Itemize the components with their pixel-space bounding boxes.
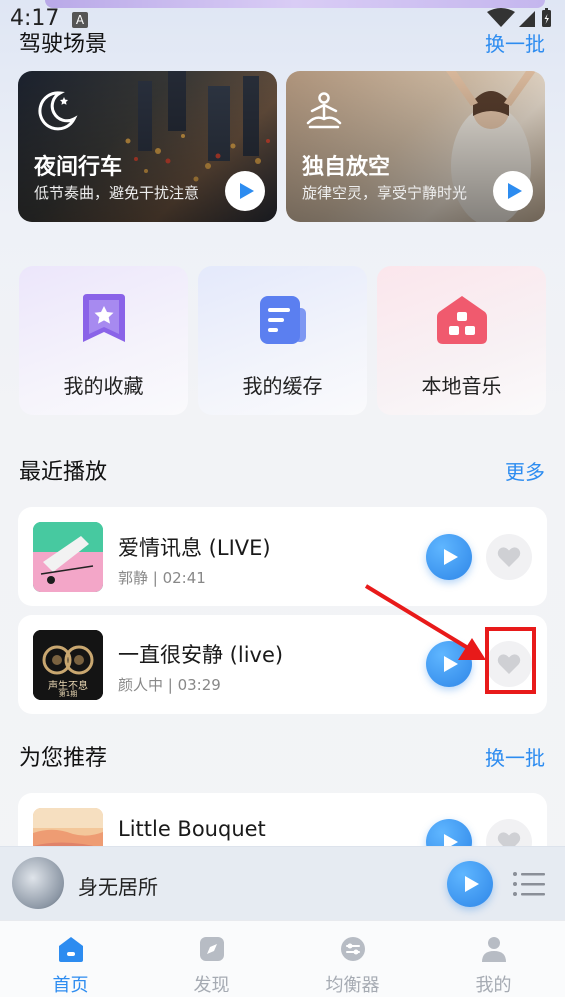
play-icon — [240, 183, 254, 199]
recommend-refresh-link[interactable]: 换一批 — [485, 742, 545, 771]
compass-icon — [200, 937, 224, 961]
driving-refresh-link[interactable]: 换一批 — [485, 28, 545, 57]
like-button[interactable] — [486, 534, 532, 580]
equalizer-icon — [341, 937, 365, 961]
mini-player-cover — [12, 857, 64, 909]
tab-equalizer[interactable]: 均衡器 — [282, 921, 423, 997]
play-icon — [444, 549, 458, 565]
annotation-arrow — [364, 584, 486, 660]
home-music-icon — [437, 296, 487, 344]
album-cover — [33, 522, 103, 592]
playlist-icon[interactable] — [512, 867, 546, 901]
banner-edge — [45, 0, 545, 8]
scene-title: 独自放空 — [302, 155, 391, 180]
tab-home[interactable]: 首页 — [0, 921, 141, 997]
meditation-icon — [306, 92, 342, 129]
tile-label: 我的缓存 — [242, 374, 323, 398]
scene-card-night[interactable]: 夜间行车 低节奏曲，避免干扰注意 — [18, 71, 277, 222]
recent-more-link[interactable]: 更多 — [505, 456, 545, 485]
annotation-highlight-box — [485, 627, 536, 694]
play-button[interactable] — [225, 171, 265, 211]
wifi-battery-icon — [487, 8, 551, 27]
tab-discover[interactable]: 发现 — [141, 921, 282, 997]
scene-title: 夜间行车 — [34, 155, 123, 180]
tile-cache[interactable]: 我的缓存 — [198, 266, 367, 415]
play-icon — [508, 183, 522, 199]
tile-favorites[interactable]: 我的收藏 — [19, 266, 188, 415]
mini-player[interactable]: 身无居所 — [0, 846, 565, 920]
document-cache-icon — [260, 296, 306, 344]
mini-player-title: 身无居所 — [78, 875, 158, 899]
song-title: Little Bouquet — [118, 817, 266, 841]
heart-icon — [497, 547, 521, 567]
play-button[interactable] — [493, 171, 533, 211]
person-icon — [482, 937, 506, 962]
tab-label: 发现 — [193, 975, 230, 996]
tile-local-music[interactable]: 本地音乐 — [377, 266, 546, 415]
mini-play-button[interactable] — [447, 861, 493, 907]
scene-card-alone[interactable]: 独自放空 旋律空灵，享受宁静时光 — [286, 71, 545, 222]
tile-label: 我的收藏 — [63, 374, 144, 398]
driving-section-title: 驾驶场景 — [19, 32, 108, 57]
tab-label: 首页 — [52, 975, 89, 996]
recent-section-title: 最近播放 — [19, 460, 108, 485]
home-icon — [59, 937, 83, 962]
song-title: 一直很安静 (live) — [118, 643, 284, 667]
album-cover: 声生不息 第1期 — [33, 630, 103, 700]
scene-subtitle: 旋律空灵，享受宁静时光 — [302, 184, 468, 202]
play-icon — [465, 876, 479, 892]
recommend-section-title: 为您推荐 — [19, 746, 108, 771]
tab-label: 我的 — [475, 975, 512, 996]
play-button[interactable] — [426, 534, 472, 580]
moon-icon — [38, 91, 78, 131]
tab-mine[interactable]: 我的 — [423, 921, 564, 997]
tab-label: 均衡器 — [325, 975, 380, 996]
song-title: 爱情讯息 (LIVE) — [118, 536, 271, 560]
song-meta: 颜人中 | 03:29 — [118, 676, 221, 694]
cover-subtext: 第1期 — [58, 690, 78, 698]
song-meta: 郭静 | 02:41 — [118, 569, 206, 587]
bottom-tab-bar: 首页 发现 均衡器 我的 — [0, 920, 565, 997]
tile-label: 本地音乐 — [421, 374, 502, 398]
star-bookmark-icon — [83, 294, 125, 342]
scene-subtitle: 低节奏曲，避免干扰注意 — [34, 184, 200, 202]
